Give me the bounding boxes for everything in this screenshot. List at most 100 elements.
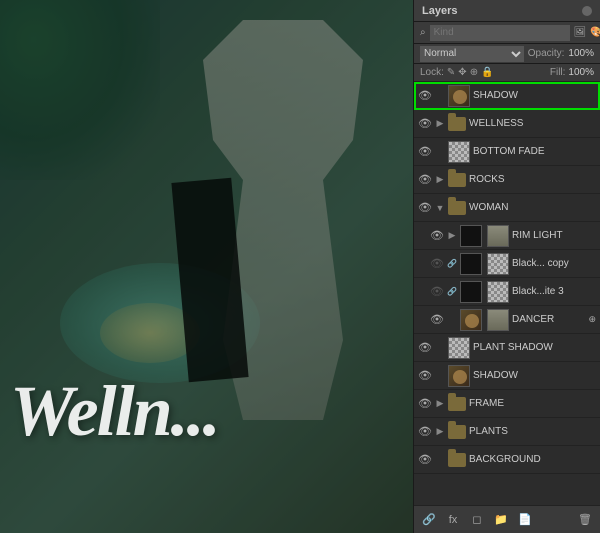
name-shadow-bottom: SHADOW <box>473 370 596 381</box>
dancer-expand-icon[interactable]: ⊕ <box>588 314 596 325</box>
name-wellness: WELLNESS <box>469 118 596 129</box>
canvas-overlay <box>0 0 413 533</box>
name-black-ite3: Black...ite 3 <box>512 286 596 297</box>
visibility-plants[interactable]: 👁 <box>418 425 432 439</box>
link-layers-button[interactable]: 🔗 <box>420 511 438 529</box>
layer-woman[interactable]: 👁 ▼ WOMAN <box>414 194 600 222</box>
folder-icon-plants <box>448 425 466 439</box>
panel-title: Layers <box>422 5 457 17</box>
new-layer-button[interactable]: 📄 <box>516 511 534 529</box>
thumb-bottom-fade <box>448 141 470 163</box>
filter-icon: ⌕ <box>420 27 426 38</box>
layer-black-ite3[interactable]: 👁 🔗 Black...ite 3 <box>414 278 600 306</box>
lock-artboard-icon[interactable]: ⊕ <box>470 67 478 78</box>
mask-black-copy <box>487 253 509 275</box>
layer-frame[interactable]: 👁 ▶ FRAME <box>414 390 600 418</box>
expand-wellness[interactable]: ▶ <box>435 117 445 131</box>
visibility-rocks[interactable]: 👁 <box>418 173 432 187</box>
name-dancer: DANCER <box>512 314 585 325</box>
expand-shadow-bottom <box>435 369 445 383</box>
expand-frame[interactable]: ▶ <box>435 397 445 411</box>
name-frame: FRAME <box>469 398 596 409</box>
visibility-background[interactable]: 👁 <box>418 453 432 467</box>
fill-label: Fill: <box>550 67 566 78</box>
name-bottom-fade: BOTTOM FADE <box>473 146 596 157</box>
canvas-background: Welln... <box>0 0 413 533</box>
visibility-black-ite3[interactable]: 👁 <box>430 285 444 299</box>
lock-draw-icon[interactable]: ✎ <box>447 67 455 78</box>
visibility-plant-shadow[interactable]: 👁 <box>418 341 432 355</box>
filter-type-adjust-icon[interactable]: 🎨 <box>590 27 600 38</box>
name-rim-light: RIM LIGHT <box>512 230 596 241</box>
layer-plant-shadow[interactable]: 👁 PLANT SHADOW <box>414 334 600 362</box>
name-woman: WOMAN <box>469 202 596 213</box>
name-plants: PLANTS <box>469 426 596 437</box>
visibility-bottom-fade[interactable]: 👁 <box>418 145 432 159</box>
visibility-frame[interactable]: 👁 <box>418 397 432 411</box>
filter-toolbar: ⌕ 🖼 🎨 T □ ⚙ <box>414 22 600 44</box>
fill-value[interactable]: 100% <box>568 67 594 78</box>
link-black-ite3: 🔗 <box>447 285 457 299</box>
visibility-shadow-top[interactable]: 👁 <box>418 89 432 103</box>
layer-plants[interactable]: 👁 ▶ PLANTS <box>414 418 600 446</box>
opacity-label: Opacity: <box>528 48 565 59</box>
new-group-button[interactable]: 📁 <box>492 511 510 529</box>
layer-wellness[interactable]: 👁 ▶ WELLNESS <box>414 110 600 138</box>
layer-black-copy[interactable]: 👁 🔗 Black... copy <box>414 250 600 278</box>
thumb-shadow-top <box>448 85 470 107</box>
visibility-black-copy[interactable]: 👁 <box>430 257 444 271</box>
layer-background[interactable]: 👁 BACKGROUND <box>414 446 600 474</box>
delete-layer-button[interactable]: 🗑 <box>576 511 594 529</box>
lock-move-icon[interactable]: ✥ <box>458 67 466 78</box>
name-background: BACKGROUND <box>469 454 596 465</box>
expand-woman[interactable]: ▼ <box>435 201 445 215</box>
expand-rocks[interactable]: ▶ <box>435 173 445 187</box>
add-mask-button[interactable]: ◻ <box>468 511 486 529</box>
link-black-copy: 🔗 <box>447 257 457 271</box>
blend-mode-row: Normal Opacity: 100% <box>414 44 600 64</box>
layer-rim-light[interactable]: 👁 ▶ RIM LIGHT <box>414 222 600 250</box>
visibility-woman[interactable]: 👁 <box>418 201 432 215</box>
folder-icon-rocks <box>448 173 466 187</box>
visibility-dancer[interactable]: 👁 <box>430 313 444 327</box>
layer-dancer[interactable]: 👁 DANCER ⊕ <box>414 306 600 334</box>
folder-icon-frame <box>448 397 466 411</box>
visibility-wellness[interactable]: 👁 <box>418 117 432 131</box>
thumb-black-copy <box>460 253 482 275</box>
lock-label: Lock: <box>420 67 444 78</box>
layers-list: 👁 SHADOW 👁 ▶ WELLNESS 👁 BOTTOM FADE 👁 <box>414 82 600 505</box>
name-rocks: ROCKS <box>469 174 596 185</box>
visibility-rim-light[interactable]: 👁 <box>430 229 444 243</box>
thumb-rim-light <box>460 225 482 247</box>
canvas-wellness-text: Welln... <box>10 370 390 453</box>
layer-bottom-fade[interactable]: 👁 BOTTOM FADE <box>414 138 600 166</box>
expand-shadow-top <box>435 89 445 103</box>
thumb-black-ite3 <box>460 281 482 303</box>
panel-close-button[interactable] <box>582 6 592 16</box>
lock-all-icon[interactable]: 🔒 <box>481 67 493 78</box>
folder-icon-background <box>448 453 466 467</box>
expand-plants[interactable]: ▶ <box>435 425 445 439</box>
mask-rim-light <box>487 225 509 247</box>
folder-icon-wellness <box>448 117 466 131</box>
expand-rim-light[interactable]: ▶ <box>447 229 457 243</box>
filter-type-image-icon[interactable]: 🖼 <box>574 27 587 38</box>
expand-dancer <box>447 313 457 327</box>
expand-plant-shadow <box>435 341 445 355</box>
thumb-shadow-bottom <box>448 365 470 387</box>
layers-panel: Layers ⌕ 🖼 🎨 T □ ⚙ Normal Opacity: 100% … <box>413 0 600 533</box>
folder-icon-woman <box>448 201 466 215</box>
expand-bottom-fade <box>435 145 445 159</box>
kind-search-input[interactable] <box>430 25 570 41</box>
thumb-dancer-b <box>487 309 509 331</box>
opacity-value[interactable]: 100% <box>568 48 594 59</box>
blend-mode-select[interactable]: Normal <box>420 46 524 62</box>
layer-shadow-top[interactable]: 👁 SHADOW <box>414 82 600 110</box>
name-black-copy: Black... copy <box>512 258 596 269</box>
visibility-shadow-bottom[interactable]: 👁 <box>418 369 432 383</box>
expand-background <box>435 453 445 467</box>
lock-fill-row: Lock: ✎ ✥ ⊕ 🔒 Fill: 100% <box>414 64 600 82</box>
layer-rocks[interactable]: 👁 ▶ ROCKS <box>414 166 600 194</box>
layer-shadow-bottom[interactable]: 👁 SHADOW <box>414 362 600 390</box>
add-fx-button[interactable]: fx <box>444 511 462 529</box>
